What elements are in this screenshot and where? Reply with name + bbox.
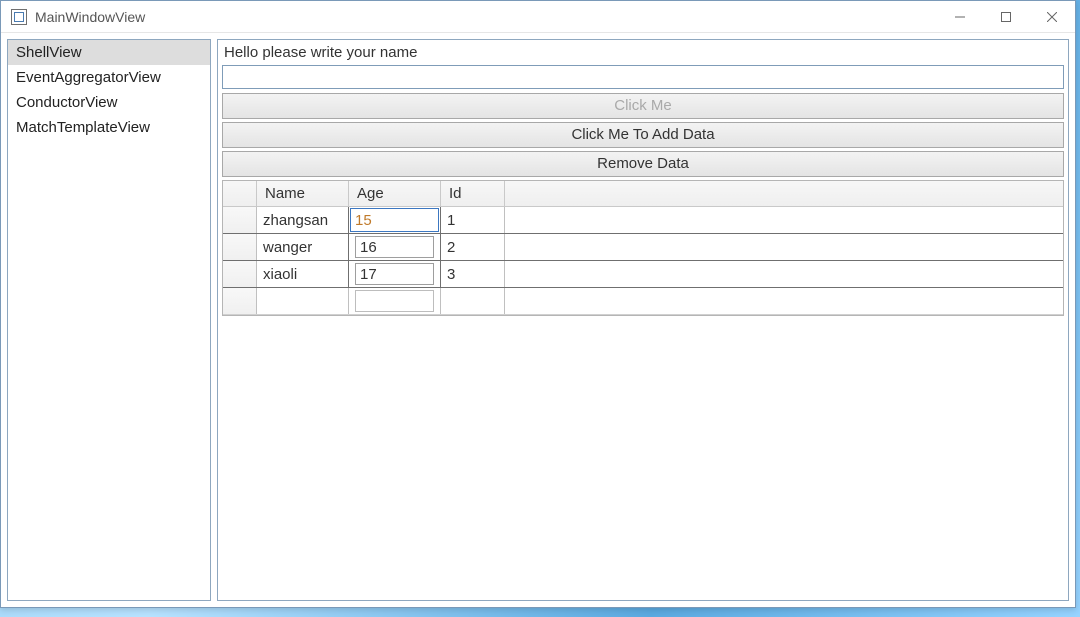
row-header[interactable] [223, 207, 257, 233]
column-header-fill [505, 181, 1063, 206]
row-header[interactable] [223, 234, 257, 260]
table-row[interactable]: zhangsan 1 [223, 207, 1063, 234]
table-row[interactable]: xiaoli 17 3 [223, 261, 1063, 288]
data-grid[interactable]: Name Age Id zhangsan 1 [222, 180, 1064, 316]
sidebar-item-eventaggregatorview[interactable]: EventAggregatorView [8, 65, 210, 90]
column-header-id[interactable]: Id [441, 181, 505, 206]
maximize-icon [1001, 12, 1011, 22]
rowheader-corner[interactable] [223, 181, 257, 206]
client-area: ShellView EventAggregatorView ConductorV… [1, 33, 1075, 607]
minimize-icon [955, 12, 965, 22]
name-input[interactable] [222, 65, 1064, 89]
sidebar-item-matchtemplateview[interactable]: MatchTemplateView [8, 115, 210, 140]
age-box-empty[interactable] [355, 290, 434, 312]
titlebar[interactable]: MainWindowView [1, 1, 1075, 33]
close-button[interactable] [1029, 1, 1075, 33]
cell-age[interactable]: 17 [349, 261, 441, 287]
table-new-row[interactable] [223, 288, 1063, 315]
remove-data-button[interactable]: Remove Data [222, 151, 1064, 177]
sidebar-item-shellview[interactable]: ShellView [8, 40, 210, 65]
column-header-name[interactable]: Name [257, 181, 349, 206]
add-data-button[interactable]: Click Me To Add Data [222, 122, 1064, 148]
main-window: MainWindowView ShellView EventAggregator… [0, 0, 1076, 608]
cell-age[interactable]: 16 [349, 234, 441, 260]
age-cell-editor[interactable] [350, 208, 439, 232]
app-icon [11, 9, 27, 25]
cell-fill [505, 261, 1063, 287]
cell-fill [505, 234, 1063, 260]
close-icon [1047, 12, 1057, 22]
cell-name[interactable]: xiaoli [257, 261, 349, 287]
age-box[interactable]: 16 [355, 236, 434, 258]
minimize-button[interactable] [937, 1, 983, 33]
sidebar-item-conductorview[interactable]: ConductorView [8, 90, 210, 115]
data-grid-header: Name Age Id [223, 181, 1063, 207]
age-box[interactable]: 17 [355, 263, 434, 285]
cell-age-empty[interactable] [349, 288, 441, 314]
cell-id-empty[interactable] [441, 288, 505, 314]
desktop-background: MainWindowView ShellView EventAggregator… [0, 0, 1080, 617]
cell-fill [505, 207, 1063, 233]
cell-id[interactable]: 2 [441, 234, 505, 260]
table-row[interactable]: wanger 16 2 [223, 234, 1063, 261]
cell-fill [505, 288, 1063, 314]
cell-id[interactable]: 1 [441, 207, 505, 233]
maximize-button[interactable] [983, 1, 1029, 33]
cell-age-editing[interactable] [349, 207, 441, 233]
cell-name-empty[interactable] [257, 288, 349, 314]
cell-id[interactable]: 3 [441, 261, 505, 287]
prompt-label: Hello please write your name [220, 42, 1066, 65]
main-panel: Hello please write your name Click Me Cl… [217, 39, 1069, 601]
row-header[interactable] [223, 261, 257, 287]
sidebar-list[interactable]: ShellView EventAggregatorView ConductorV… [7, 39, 211, 601]
click-me-button[interactable]: Click Me [222, 93, 1064, 119]
window-title: MainWindowView [35, 9, 145, 25]
cell-name[interactable]: wanger [257, 234, 349, 260]
row-header[interactable] [223, 288, 257, 314]
column-header-age[interactable]: Age [349, 181, 441, 206]
cell-name[interactable]: zhangsan [257, 207, 349, 233]
